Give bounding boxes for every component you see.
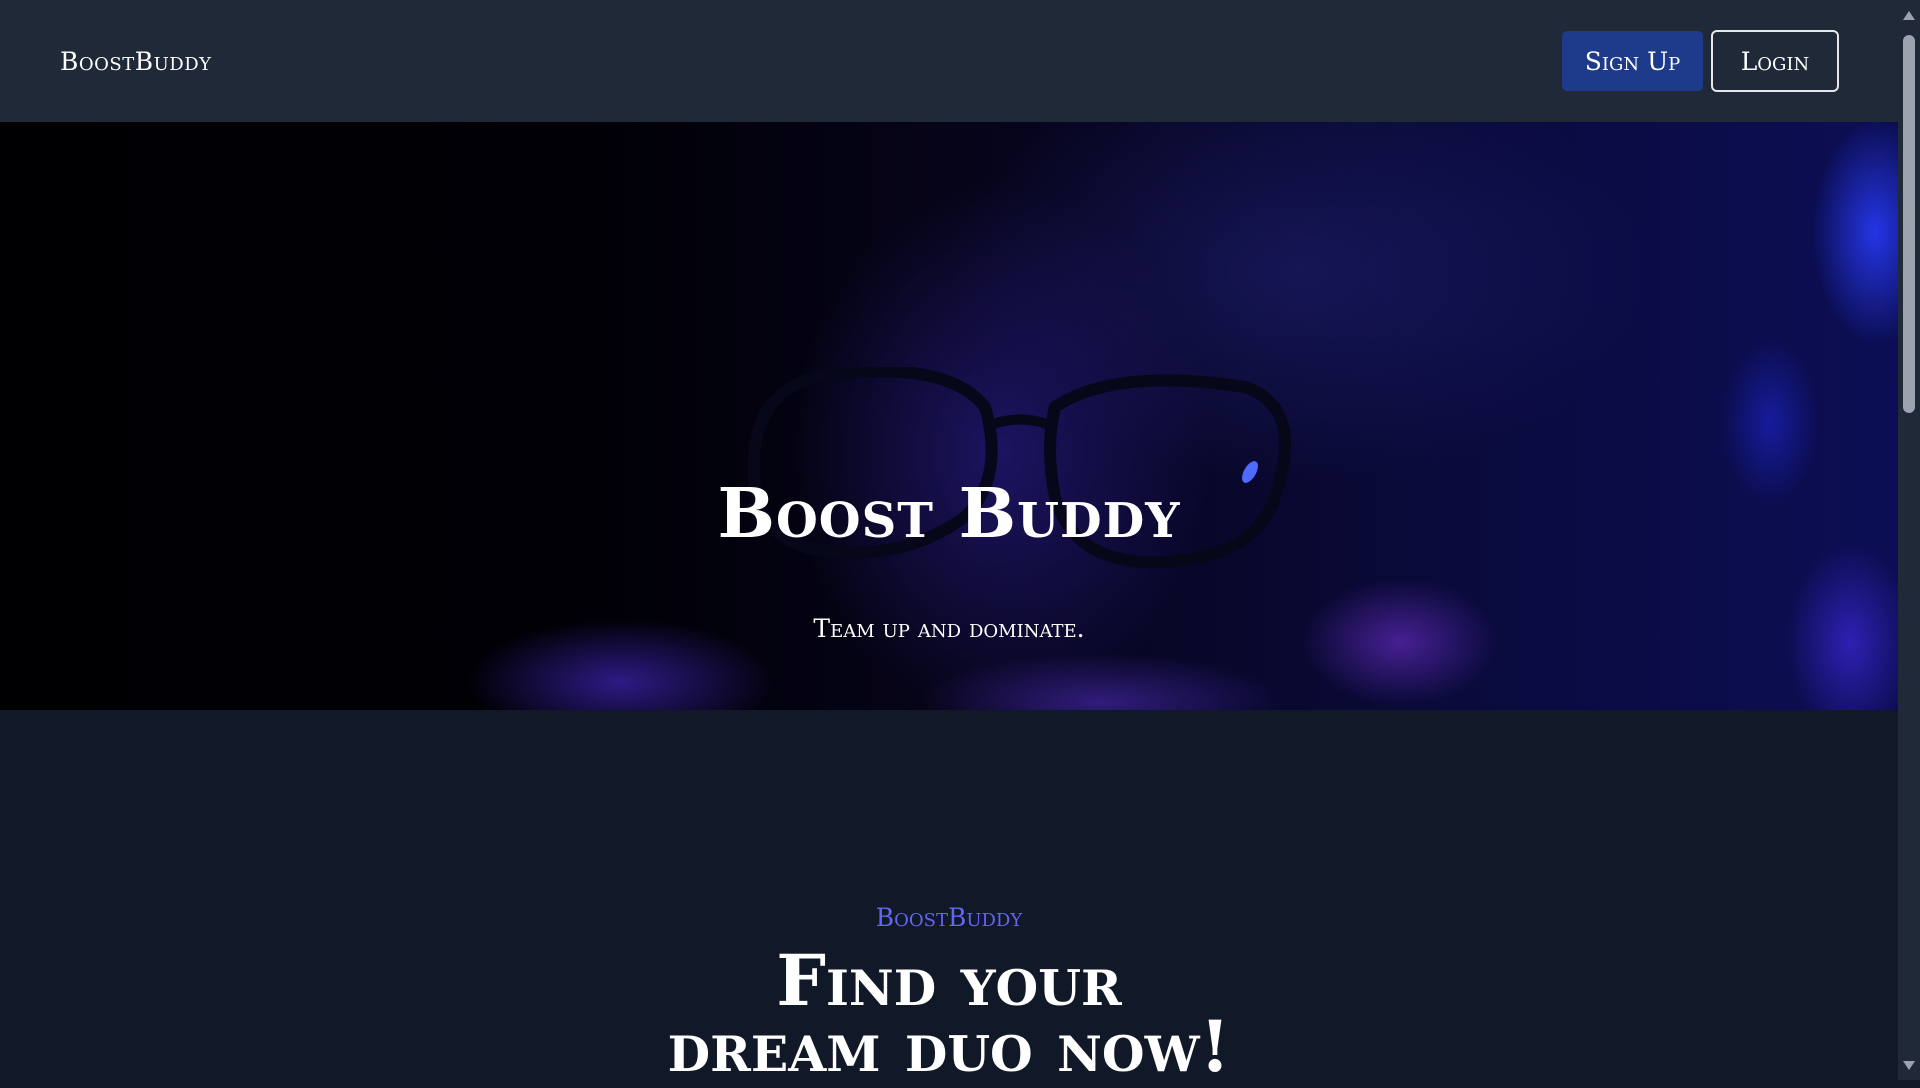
login-button[interactable]: Login <box>1711 30 1839 92</box>
hero-banner: Boost Buddy Team up and dominate. <box>0 122 1898 710</box>
section-eyebrow: BoostBuddy <box>875 903 1023 932</box>
scrollbar-thumb[interactable] <box>1903 35 1915 413</box>
section-headline: Find your dream duo now! <box>0 946 1898 1082</box>
hero-title: Boost Buddy <box>717 474 1181 554</box>
auth-buttons: Sign Up Login <box>1562 30 1839 92</box>
hero-subtitle: Team up and dominate. <box>813 614 1085 643</box>
scroll-up-arrow-icon[interactable] <box>1903 11 1915 20</box>
top-navbar: BoostBuddy Sign Up Login <box>0 0 1898 122</box>
headline-line-2: dream duo now! <box>667 1005 1231 1088</box>
brand-logo[interactable]: BoostBuddy <box>60 47 212 76</box>
vertical-scrollbar[interactable] <box>1898 0 1920 1080</box>
scroll-down-arrow-icon[interactable] <box>1903 1061 1915 1070</box>
intro-section: BoostBuddy Find your dream duo now! <box>0 710 1898 1082</box>
sign-up-button[interactable]: Sign Up <box>1562 31 1703 91</box>
